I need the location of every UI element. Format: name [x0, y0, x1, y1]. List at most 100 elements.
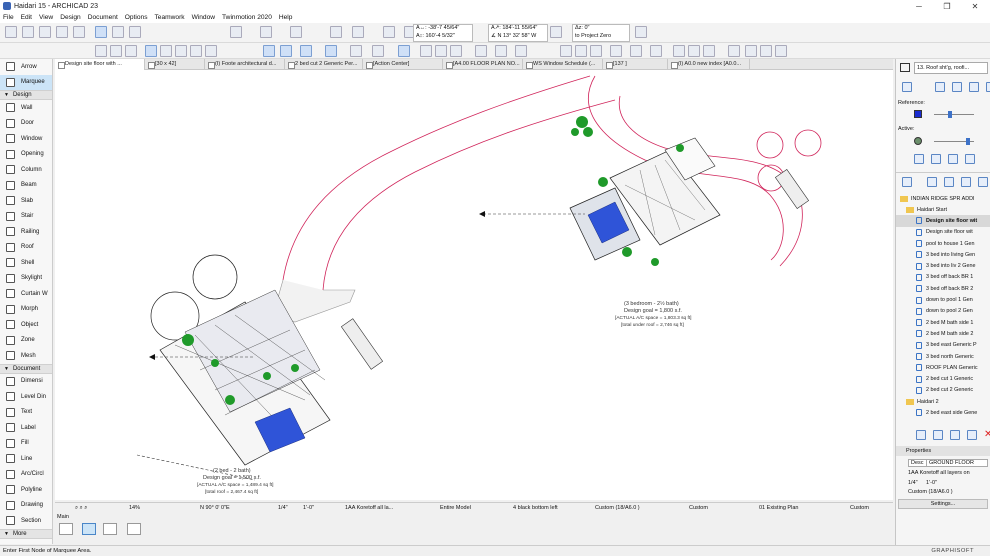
minimize-icon[interactable]: ─ — [905, 0, 933, 12]
prop-value[interactable]: GROUND FLOOR — [926, 459, 988, 467]
menu-twinmotion[interactable]: Twinmotion 2020 — [222, 14, 272, 21]
interior-elevation-icon[interactable] — [515, 45, 527, 57]
menu-edit[interactable]: Edit — [21, 14, 32, 21]
relative-construction-icon[interactable] — [383, 26, 395, 38]
3d-view-icon[interactable] — [450, 45, 462, 57]
properties-icon[interactable] — [967, 430, 977, 440]
view-item[interactable]: 2 bed east side Gene — [896, 407, 990, 418]
dimension-standard[interactable]: Custom (18/A6.0 ) — [595, 505, 640, 511]
tool-line[interactable]: Line — [0, 451, 52, 467]
tool-label[interactable]: Label — [0, 420, 52, 436]
tool-wall[interactable]: Wall — [0, 100, 52, 116]
tool-window[interactable]: Window — [0, 131, 52, 147]
layout-book-icon[interactable] — [944, 177, 954, 187]
menu-window[interactable]: Window — [192, 14, 215, 21]
view-item[interactable]: pool to house 1 Gen — [896, 238, 990, 249]
restore-icon[interactable]: ❐ — [933, 0, 961, 12]
view-item[interactable]: 3 bed into living Gen — [896, 249, 990, 260]
grid-icon[interactable] — [350, 45, 362, 57]
section-view-icon[interactable] — [475, 45, 487, 57]
prop-custom[interactable]: Custom (18/A6.0 ) — [908, 489, 953, 495]
view-tab[interactable]: (I) A0.0 new index [A0.0... — [668, 59, 750, 70]
pen-set[interactable]: 4 black bottom left — [513, 505, 558, 511]
view-item[interactable]: 3 bed east Generic P — [896, 340, 990, 351]
bimx-icon[interactable] — [775, 45, 787, 57]
story-dropdown[interactable]: 13. Roof sht'g, roofi... — [914, 62, 988, 74]
pen-icon[interactable] — [550, 26, 562, 38]
trace-icon[interactable] — [902, 82, 912, 92]
tool-beam[interactable]: Beam — [0, 178, 52, 194]
settings-button[interactable]: Settings... — [898, 499, 988, 509]
tool-object[interactable]: Object — [0, 317, 52, 333]
trace-option-3-icon[interactable] — [948, 154, 958, 164]
scale-b[interactable]: 1'-0" — [303, 505, 314, 511]
view-item[interactable]: ROOF PLAN Generic — [896, 362, 990, 373]
view-item[interactable]: down to pool 2 Gen — [896, 306, 990, 317]
view-item[interactable]: 2 bed M bath side 1 — [896, 317, 990, 328]
hand-icon[interactable] — [95, 45, 107, 57]
tool-text[interactable]: Text — [0, 405, 52, 421]
view-item[interactable]: 2 bed cut 1 Generic — [896, 373, 990, 384]
window-tool-icon[interactable] — [175, 45, 187, 57]
active-slider-thumb[interactable] — [966, 138, 970, 145]
reference-slider-thumb[interactable] — [948, 111, 952, 118]
zoom-icon[interactable]: ⌕ ⌕ ⌕ — [75, 505, 87, 512]
reset-ref-icon[interactable] — [986, 82, 990, 92]
structure-display[interactable]: Custom — [689, 505, 708, 511]
magic-wand-icon[interactable] — [330, 26, 342, 38]
distribute-icon[interactable] — [300, 45, 312, 57]
menu-view[interactable]: View — [39, 14, 53, 21]
layer-combination[interactable]: 1AA Koretoff all la... — [345, 505, 393, 511]
menu-help[interactable]: Help — [279, 14, 293, 21]
toolbox-group-document[interactable]: ▼ Document — [0, 363, 52, 374]
tool-section[interactable]: Section — [0, 513, 52, 529]
view-item[interactable]: 3 bed off back BR 2 — [896, 283, 990, 294]
trace-option-2-icon[interactable] — [931, 154, 941, 164]
view-item[interactable]: 3 bed north Generic — [896, 351, 990, 362]
toolbox-group-more[interactable]: ▼ More — [0, 528, 52, 539]
zoom-level[interactable]: 14% — [129, 505, 140, 511]
renovation-filter[interactable]: 01 Existing Plan — [759, 505, 798, 511]
all-floors-icon[interactable] — [129, 26, 141, 38]
wall-tool-icon[interactable] — [145, 45, 157, 57]
guide-lines-icon[interactable] — [352, 26, 364, 38]
scale-a[interactable]: 1/4" — [278, 505, 288, 511]
drawing-canvas[interactable]: (3 bedroom - 2½ bath) Design goal = 1,80… — [55, 70, 893, 500]
tool-column[interactable]: Column — [0, 162, 52, 178]
elevation-view-icon[interactable] — [495, 45, 507, 57]
prop-scale-a[interactable]: 1/4" — [908, 480, 918, 486]
view-item[interactable]: 3 bed off back BR 1 — [896, 272, 990, 283]
menu-options[interactable]: Options — [125, 14, 148, 21]
graphic-override[interactable]: Custom — [850, 505, 869, 511]
view-tab[interactable]: WS Window Schedule (... — [523, 59, 603, 70]
view-item[interactable]: Design site floor wit — [896, 227, 990, 238]
globe-icon[interactable] — [728, 45, 740, 57]
zoom-in-icon[interactable] — [560, 45, 572, 57]
suspend-groups-icon[interactable] — [372, 45, 384, 57]
trace-option-1-icon[interactable] — [914, 154, 924, 164]
view-item[interactable]: down to pool 1 Gen — [896, 294, 990, 305]
new-folder-icon[interactable] — [916, 430, 926, 440]
geometry-method-icon[interactable] — [95, 26, 107, 38]
tool-skylight[interactable]: Skylight — [0, 271, 52, 287]
view-item[interactable]: Design site floor wit — [896, 215, 990, 227]
properties-header[interactable]: Properties — [896, 446, 990, 456]
gravity-icon[interactable] — [260, 26, 272, 38]
close-icon[interactable]: ✕ — [961, 0, 989, 12]
3d-box-icon[interactable] — [610, 45, 622, 57]
tool-morph[interactable]: Morph — [0, 302, 52, 318]
door-tool-icon[interactable] — [160, 45, 172, 57]
tool-fill[interactable]: Fill — [0, 436, 52, 452]
rect-frame-icon[interactable] — [127, 523, 141, 535]
grid-snap-icon[interactable] — [290, 26, 302, 38]
tool-arc-circl[interactable]: Arc/Circl — [0, 467, 52, 483]
menu-teamwork[interactable]: Teamwork — [155, 14, 185, 21]
organizer-icon[interactable] — [978, 177, 988, 187]
syringe-icon[interactable] — [205, 45, 217, 57]
undo-icon[interactable] — [110, 45, 122, 57]
selection-frame-icon[interactable] — [398, 45, 410, 57]
pointer-mode-icon[interactable] — [5, 26, 17, 38]
tool-mesh[interactable]: Mesh — [0, 348, 52, 364]
rect-select-icon[interactable] — [82, 523, 96, 535]
clone-icon[interactable] — [950, 430, 960, 440]
